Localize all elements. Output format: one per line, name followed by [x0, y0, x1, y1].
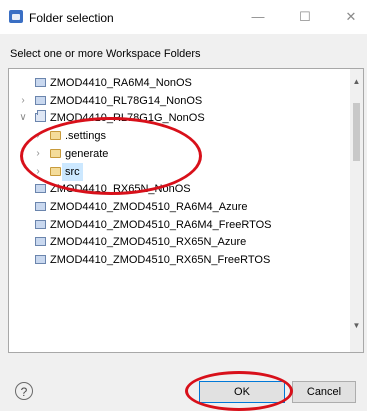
project-icon	[35, 255, 46, 264]
scroll-down-icon[interactable]: ▼	[350, 321, 363, 330]
project-icon	[35, 237, 46, 247]
close-button[interactable]: ✕	[336, 6, 366, 28]
project-icon	[35, 110, 46, 123]
tree-project-item[interactable]: ZMOD4410_RA6M4_NonOS	[9, 74, 349, 92]
tree-project-item[interactable]: ZMOD4410_ZMOD4510_RX65N_FreeRTOS	[9, 251, 349, 269]
tree-project-item[interactable]: ZMOD4410_ZMOD4510_RA6M4_Azure	[9, 198, 349, 216]
scroll-thumb[interactable]	[353, 103, 360, 161]
annotation-circle-folders	[20, 117, 202, 195]
window-title: Folder selection	[29, 11, 114, 25]
project-icon	[35, 184, 46, 194]
project-icon	[35, 219, 46, 229]
title-bar: Folder selection — ☐ ✕	[0, 0, 367, 34]
tree-item-label: ZMOD4410_ZMOD4510_RX65N_FreeRTOS	[50, 254, 271, 266]
project-icon	[35, 201, 46, 211]
instruction-label: Select one or more Workspace Folders	[10, 48, 201, 60]
collapse-chevron-icon[interactable]: ∨	[18, 109, 28, 127]
minimize-button[interactable]: —	[243, 6, 273, 28]
tree-item-label: ZMOD4410_RA6M4_NonOS	[50, 77, 192, 89]
help-icon[interactable]: ?	[15, 382, 33, 400]
vertical-scrollbar[interactable]: ▲ ▼	[350, 69, 363, 352]
tree-project-item[interactable]: ZMOD4410_ZMOD4510_RX65N_Azure	[9, 233, 349, 251]
tree-item-label: ZMOD4410_ZMOD4510_RA6M4_Azure	[50, 200, 248, 213]
annotation-circle-ok	[185, 371, 293, 411]
scroll-up-icon[interactable]: ▲	[350, 77, 363, 86]
tree-item-label: ZMOD4410_RL78G14_NonOS	[50, 94, 203, 107]
maximize-button[interactable]: ☐	[290, 6, 320, 28]
tree-project-item[interactable]: ZMOD4410_ZMOD4510_RA6M4_FreeRTOS	[9, 216, 349, 234]
tree-item-label: ZMOD4410_ZMOD4510_RA6M4_FreeRTOS	[50, 218, 272, 231]
tree-item-label: ZMOD4410_ZMOD4510_RX65N_Azure	[50, 236, 247, 249]
project-icon	[35, 78, 46, 87]
expand-chevron-icon[interactable]: ›	[18, 92, 28, 110]
folder-tree[interactable]: ▲ ▼ ZMOD4410_RA6M4_NonOS › ZMOD4410_RL78G1…	[8, 68, 364, 353]
app-icon	[9, 10, 23, 23]
project-icon	[35, 95, 46, 105]
tree-project-item[interactable]: › ZMOD4410_RL78G14_NonOS	[9, 92, 349, 110]
cancel-button[interactable]: Cancel	[292, 381, 356, 403]
